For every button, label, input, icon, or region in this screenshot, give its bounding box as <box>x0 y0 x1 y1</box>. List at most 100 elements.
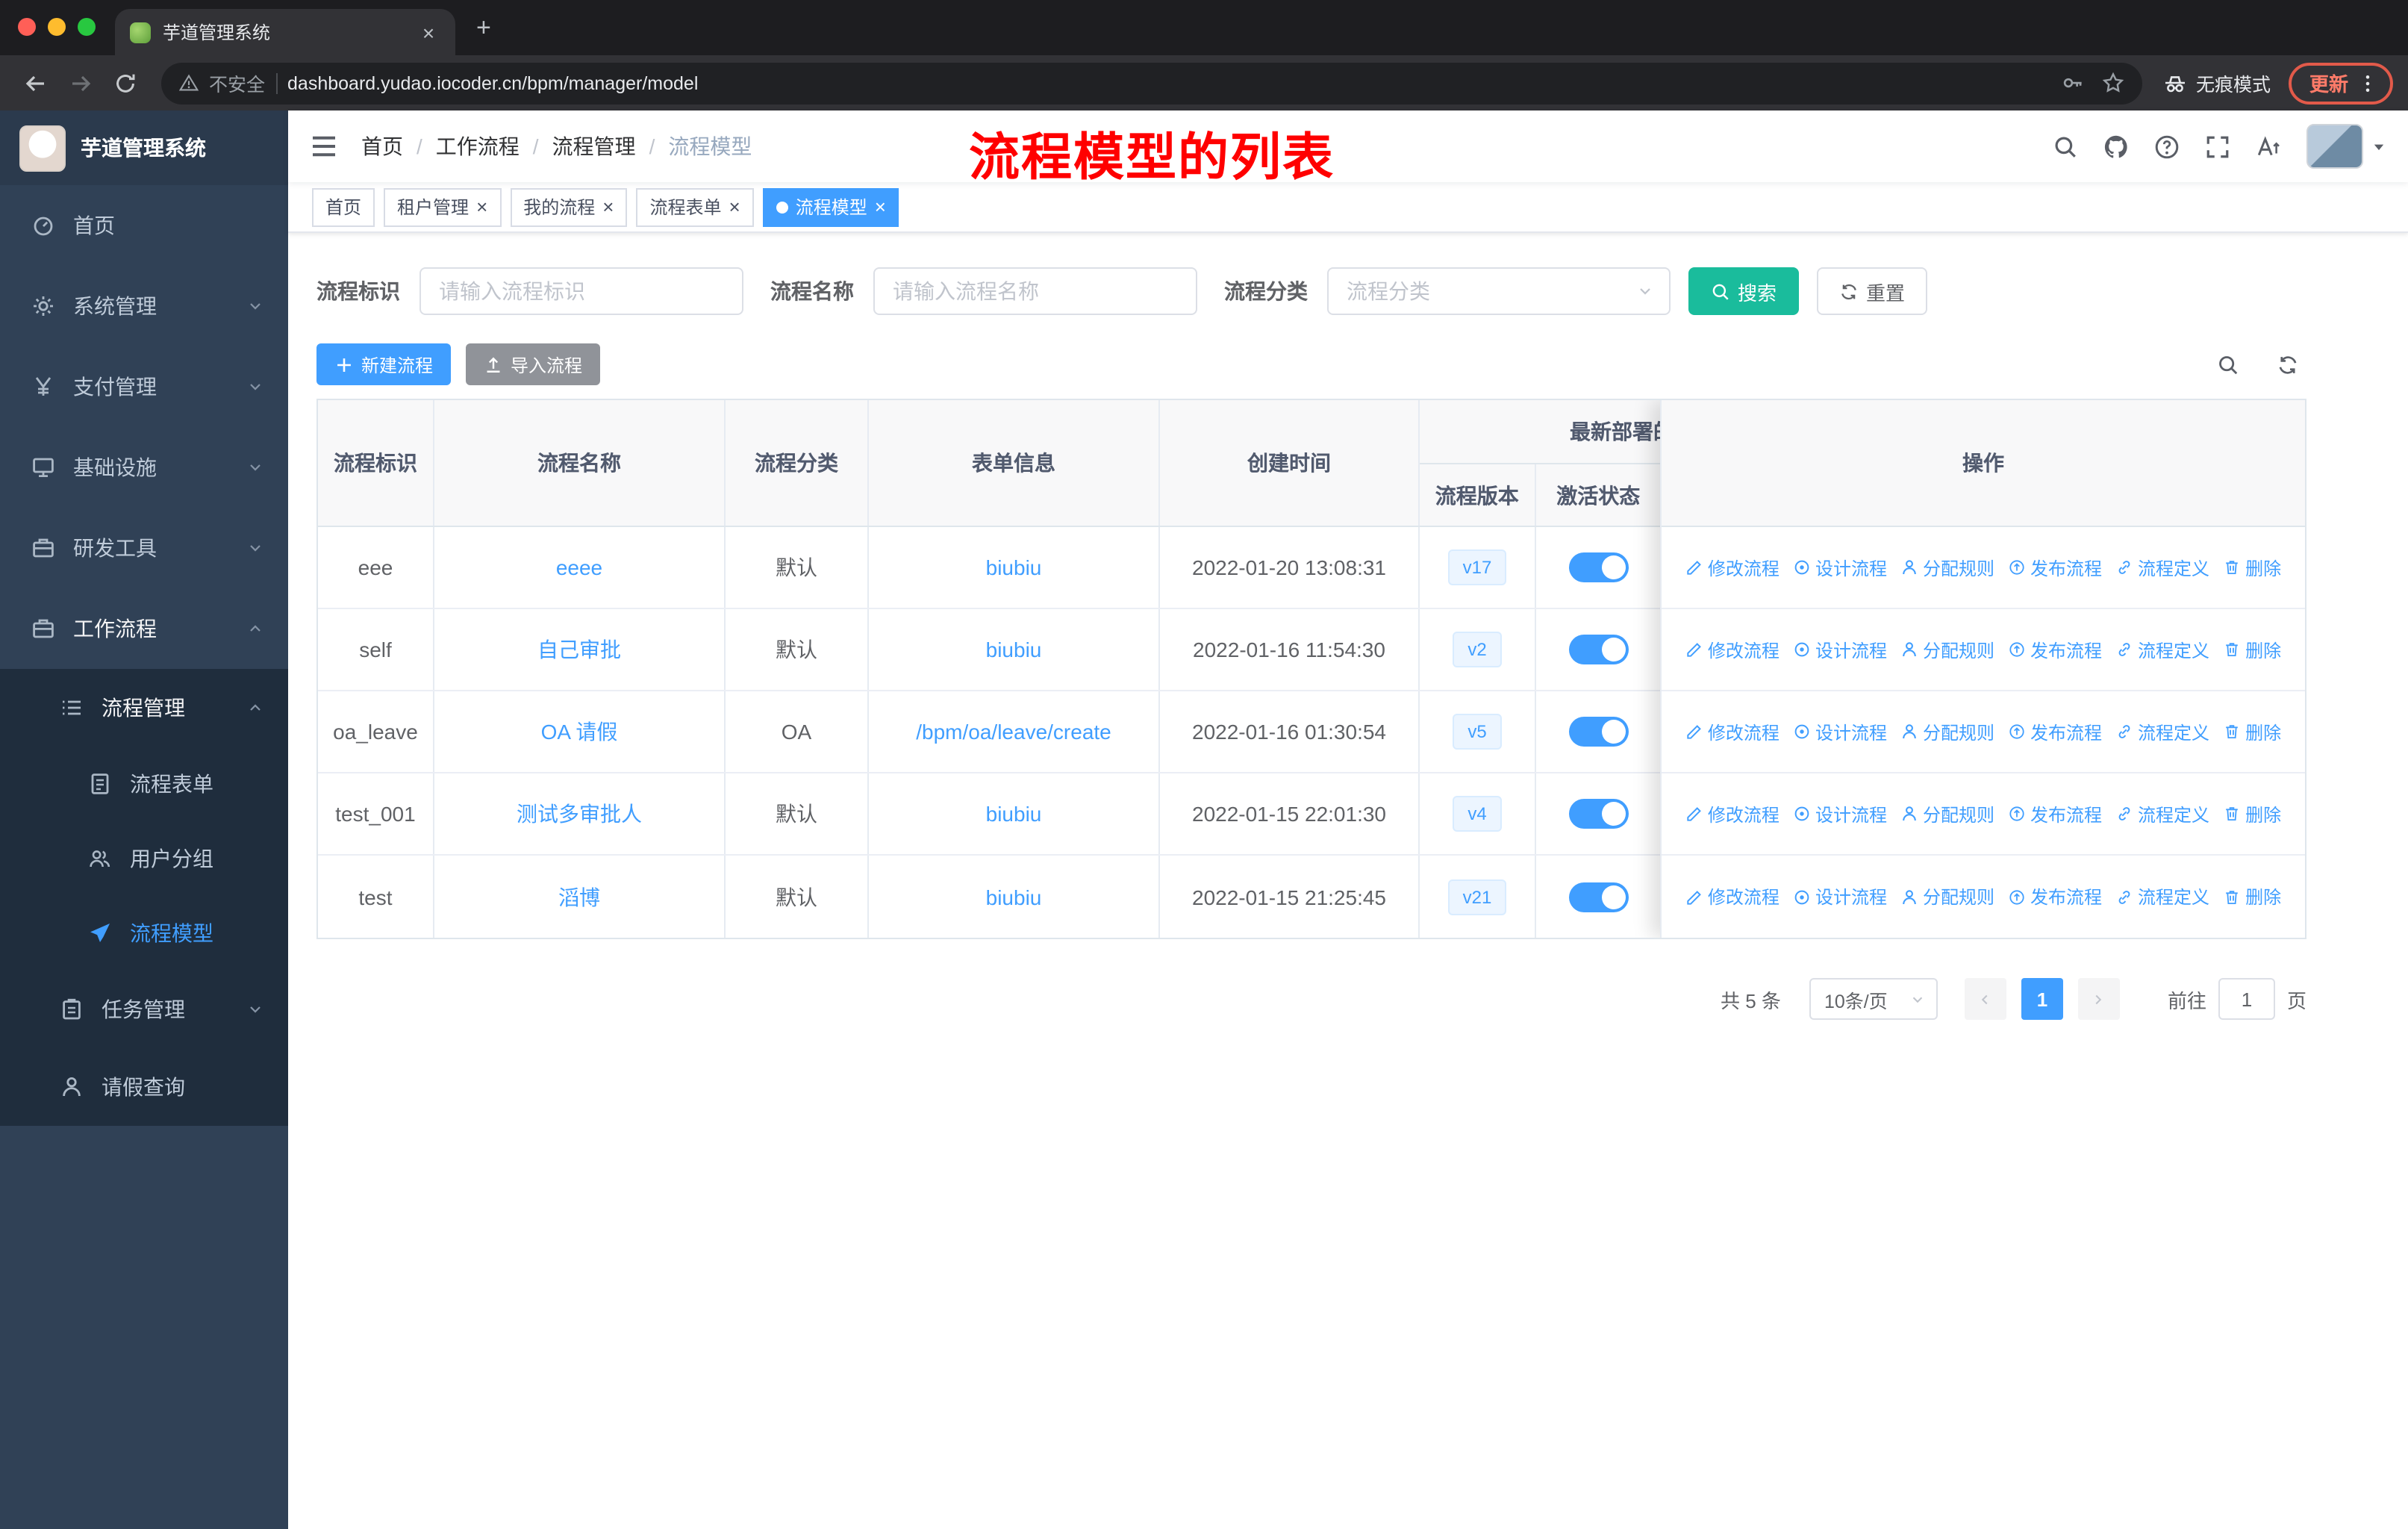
process-name-link[interactable]: eeee <box>556 555 602 579</box>
breadcrumb-home[interactable]: 首页 <box>361 131 403 161</box>
form-info-link[interactable]: biubiu <box>986 555 1042 579</box>
process-category-select[interactable]: 流程分类 <box>1327 267 1671 315</box>
create-process-button[interactable]: 新建流程 <box>316 343 452 385</box>
action-delete[interactable]: 删除 <box>2223 719 2281 744</box>
close-icon[interactable] <box>875 197 886 217</box>
active-toggle[interactable] <box>1569 552 1629 582</box>
action-design-process[interactable]: 设计流程 <box>1793 801 1887 826</box>
next-page-button[interactable] <box>2077 978 2120 1020</box>
address-bar[interactable]: 不安全 dashboard.yudao.iocoder.cn/bpm/manag… <box>161 62 2142 104</box>
action-process-definition[interactable]: 流程定义 <box>2115 884 2209 909</box>
goto-page-input[interactable] <box>2218 978 2275 1020</box>
action-process-definition[interactable]: 流程定义 <box>2115 555 2209 580</box>
help-icon[interactable] <box>2154 134 2180 159</box>
process-name-link[interactable]: OA 请假 <box>541 717 618 747</box>
window-close-button[interactable] <box>18 18 36 36</box>
action-design-process[interactable]: 设计流程 <box>1793 637 1887 662</box>
forward-icon[interactable] <box>60 62 102 104</box>
sidebar-item-process-mgmt[interactable]: 流程管理 <box>0 669 288 747</box>
close-icon[interactable] <box>476 197 487 217</box>
sidebar-item-system[interactable]: 系统管理 <box>0 266 288 346</box>
action-assign-rule[interactable]: 分配规则 <box>1900 884 1994 909</box>
reset-button[interactable]: 重置 <box>1817 267 1928 315</box>
sidebar-item-task-mgmt[interactable]: 任务管理 <box>0 971 288 1048</box>
process-name-link[interactable]: 测试多审批人 <box>517 799 642 829</box>
active-toggle[interactable] <box>1569 882 1629 912</box>
close-icon[interactable] <box>729 197 740 217</box>
action-delete[interactable]: 删除 <box>2223 637 2281 662</box>
active-toggle[interactable] <box>1569 717 1629 747</box>
refresh-table-icon[interactable] <box>2277 353 2299 376</box>
action-delete[interactable]: 删除 <box>2223 801 2281 826</box>
action-design-process[interactable]: 设计流程 <box>1793 719 1887 744</box>
action-publish-process[interactable]: 发布流程 <box>2008 884 2102 909</box>
page-size-select[interactable]: 10条/页 <box>1809 978 1938 1020</box>
close-icon[interactable] <box>602 197 614 217</box>
action-assign-rule[interactable]: 分配规则 <box>1900 801 1994 826</box>
action-publish-process[interactable]: 发布流程 <box>2008 801 2102 826</box>
bookmark-star-icon[interactable] <box>2102 72 2124 94</box>
back-icon[interactable] <box>15 62 57 104</box>
toggle-search-icon[interactable] <box>2217 353 2239 376</box>
process-name-link[interactable]: 滔博 <box>558 882 600 912</box>
window-zoom-button[interactable] <box>78 18 96 36</box>
action-design-process[interactable]: 设计流程 <box>1793 555 1887 580</box>
browser-menu-icon[interactable] <box>2357 72 2378 93</box>
active-toggle[interactable] <box>1569 799 1629 829</box>
browser-tab[interactable]: 芋道管理系统 <box>115 9 455 55</box>
prev-page-button[interactable] <box>1964 978 2006 1020</box>
tab-close-icon[interactable] <box>417 20 440 44</box>
action-design-process[interactable]: 设计流程 <box>1793 884 1887 909</box>
sidebar-item-process-model[interactable]: 流程模型 <box>0 896 288 971</box>
action-publish-process[interactable]: 发布流程 <box>2008 637 2102 662</box>
password-key-icon[interactable] <box>2062 72 2084 94</box>
sidebar-item-devtools[interactable]: 研发工具 <box>0 508 288 588</box>
form-info-link[interactable]: /bpm/oa/leave/create <box>916 720 1111 744</box>
active-toggle[interactable] <box>1569 635 1629 664</box>
tag-process-form[interactable]: 流程表单 <box>636 187 754 226</box>
breadcrumb-workflow[interactable]: 工作流程 <box>436 131 520 161</box>
sidebar-item-process-form[interactable]: 流程表单 <box>0 747 288 821</box>
new-tab-button[interactable] <box>476 13 491 43</box>
action-assign-rule[interactable]: 分配规则 <box>1900 637 1994 662</box>
hamburger-icon[interactable] <box>309 131 339 161</box>
form-info-link[interactable]: biubiu <box>986 638 1042 661</box>
github-icon[interactable] <box>2103 134 2129 159</box>
process-name-link[interactable]: 自己审批 <box>537 635 621 664</box>
action-delete[interactable]: 删除 <box>2223 884 2281 909</box>
breadcrumb-process-mgmt[interactable]: 流程管理 <box>552 131 636 161</box>
action-publish-process[interactable]: 发布流程 <box>2008 719 2102 744</box>
process-key-input[interactable] <box>419 267 743 315</box>
sidebar-item-infrastructure[interactable]: 基础设施 <box>0 427 288 508</box>
action-modify-process[interactable]: 修改流程 <box>1685 884 1780 909</box>
action-modify-process[interactable]: 修改流程 <box>1685 719 1780 744</box>
search-icon[interactable] <box>2053 134 2078 159</box>
action-process-definition[interactable]: 流程定义 <box>2115 637 2209 662</box>
page-number-current[interactable]: 1 <box>2021 978 2063 1020</box>
action-assign-rule[interactable]: 分配规则 <box>1900 719 1994 744</box>
sidebar-item-payment[interactable]: 支付管理 <box>0 346 288 427</box>
sidebar-item-workflow[interactable]: 工作流程 <box>0 588 288 669</box>
form-info-link[interactable]: biubiu <box>986 802 1042 826</box>
action-assign-rule[interactable]: 分配规则 <box>1900 555 1994 580</box>
tag-tenant-mgmt[interactable]: 租户管理 <box>384 187 502 226</box>
sidebar-item-home[interactable]: 首页 <box>0 185 288 266</box>
reload-icon[interactable] <box>105 62 146 104</box>
fullscreen-icon[interactable] <box>2205 134 2230 159</box>
font-size-icon[interactable] <box>2256 134 2281 159</box>
process-name-input[interactable] <box>873 267 1197 315</box>
import-process-button[interactable]: 导入流程 <box>466 343 601 385</box>
update-button[interactable]: 更新 <box>2288 62 2393 104</box>
action-modify-process[interactable]: 修改流程 <box>1685 555 1780 580</box>
action-delete[interactable]: 删除 <box>2223 555 2281 580</box>
search-button[interactable]: 搜索 <box>1688 267 1800 315</box>
action-modify-process[interactable]: 修改流程 <box>1685 801 1780 826</box>
sidebar-item-leave-query[interactable]: 请假查询 <box>0 1048 288 1126</box>
tag-home[interactable]: 首页 <box>312 187 375 226</box>
action-modify-process[interactable]: 修改流程 <box>1685 637 1780 662</box>
action-process-definition[interactable]: 流程定义 <box>2115 719 2209 744</box>
tag-process-model[interactable]: 流程模型 <box>762 187 899 226</box>
form-info-link[interactable]: biubiu <box>986 885 1042 909</box>
sidebar-item-user-group[interactable]: 用户分组 <box>0 821 288 896</box>
tag-my-process[interactable]: 我的流程 <box>510 187 628 226</box>
